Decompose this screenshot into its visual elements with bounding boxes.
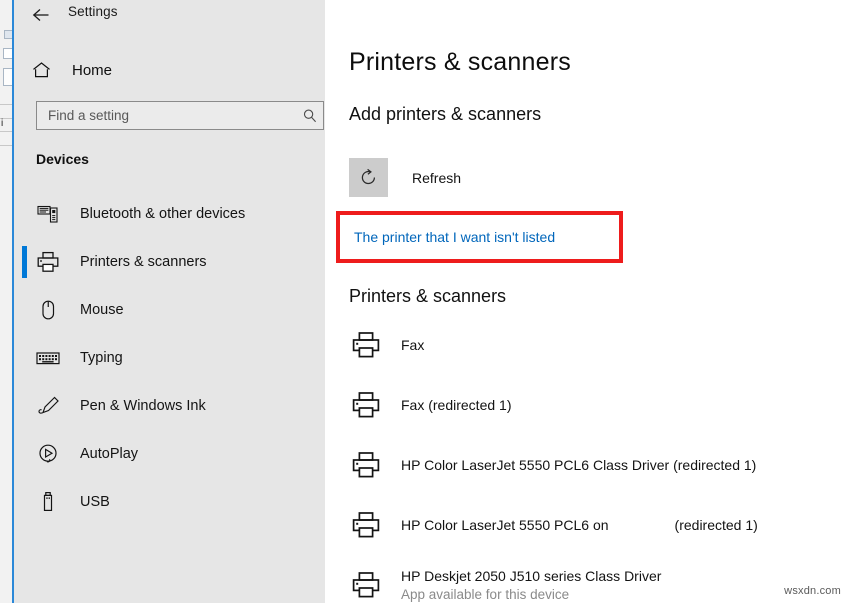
printer-icon xyxy=(349,388,383,422)
usb-icon xyxy=(36,490,60,514)
pen-icon xyxy=(36,394,60,418)
sidebar-item-usb[interactable]: USB xyxy=(14,478,325,526)
sidebar-nav-list: Bluetooth & other devices Printers & sca… xyxy=(14,190,325,526)
list-item[interactable]: Fax xyxy=(349,315,849,375)
printer-text: Fax (redirected 1) xyxy=(401,397,511,413)
printer-text: HP Deskjet 2050 J510 series Class Driver… xyxy=(401,568,661,602)
background-rule xyxy=(0,145,12,146)
search-box[interactable] xyxy=(36,101,324,130)
list-item[interactable]: HP Color LaserJet 5550 PCL6 Class Driver… xyxy=(349,435,849,495)
home-icon xyxy=(30,59,52,81)
printer-icon xyxy=(349,568,383,602)
printer-name-prefix: HP Color LaserJet 5550 PCL6 on xyxy=(401,517,609,533)
watermark: wsxdn.com xyxy=(784,585,841,597)
printer-name-suffix: (redirected 1) xyxy=(675,517,758,533)
refresh-button[interactable]: Refresh xyxy=(349,158,461,197)
sidebar-item-label: Mouse xyxy=(80,302,124,318)
printer-name: HP Deskjet 2050 J510 series Class Driver xyxy=(401,568,661,584)
sidebar-item-printers-scanners[interactable]: Printers & scanners xyxy=(14,238,325,286)
sidebar-item-home[interactable]: Home xyxy=(14,55,325,85)
sidebar-item-bluetooth[interactable]: Bluetooth & other devices xyxy=(14,190,325,238)
sidebar-item-label: Printers & scanners xyxy=(80,254,207,270)
sidebar-item-mouse[interactable]: Mouse xyxy=(14,286,325,334)
sidebar-item-label: Pen & Windows Ink xyxy=(80,398,206,414)
list-item[interactable]: HP Deskjet 2050 J510 series Class Driver… xyxy=(349,555,849,603)
printer-name: HP Color LaserJet 5550 PCL6 on (redirecte… xyxy=(401,517,758,533)
app-title: Settings xyxy=(68,4,118,19)
printer-name: Fax xyxy=(401,337,424,353)
selection-indicator xyxy=(22,246,27,278)
titlebar: Settings xyxy=(14,0,325,30)
printer-icon xyxy=(349,448,383,482)
highlight-annotation-box: The printer that I want isn't listed xyxy=(336,211,623,263)
refresh-icon[interactable] xyxy=(349,158,388,197)
list-item[interactable]: HP Color LaserJet 5550 PCL6 on (redirecte… xyxy=(349,495,849,555)
printer-name: HP Color LaserJet 5550 PCL6 Class Driver… xyxy=(401,457,756,473)
mouse-icon xyxy=(36,298,60,322)
sidebar-item-label: AutoPlay xyxy=(80,446,138,462)
printer-text: HP Color LaserJet 5550 PCL6 on (redirecte… xyxy=(401,517,758,533)
printer-icon xyxy=(36,250,60,274)
autoplay-icon xyxy=(36,442,60,466)
sidebar-item-label: Typing xyxy=(80,350,123,366)
background-rule xyxy=(0,131,12,132)
sidebar-item-autoplay[interactable]: AutoPlay xyxy=(14,430,325,478)
add-printers-heading: Add printers & scanners xyxy=(349,104,541,125)
page-title: Printers & scanners xyxy=(349,48,571,77)
back-button[interactable] xyxy=(28,3,56,27)
background-window-sliver: i xyxy=(0,0,14,603)
keyboard-icon xyxy=(36,346,60,370)
background-rule xyxy=(0,104,12,105)
home-label: Home xyxy=(72,62,112,79)
sidebar-item-label: Bluetooth & other devices xyxy=(80,206,245,222)
printer-text: HP Color LaserJet 5550 PCL6 Class Driver… xyxy=(401,457,756,473)
main-content: Printers & scanners Add printers & scann… xyxy=(325,0,849,603)
printer-name: Fax (redirected 1) xyxy=(401,397,511,413)
back-arrow-icon xyxy=(32,7,52,23)
background-text: i xyxy=(1,118,3,129)
settings-window: i Settings Home xyxy=(0,0,849,603)
sidebar-item-label: USB xyxy=(80,494,110,510)
search-icon[interactable] xyxy=(297,102,323,129)
settings-sidebar: Settings Home Devices xyxy=(14,0,325,603)
search-input[interactable] xyxy=(37,102,297,129)
printer-text: Fax xyxy=(401,337,424,353)
sidebar-item-typing[interactable]: Typing xyxy=(14,334,325,382)
bluetooth-devices-icon xyxy=(36,202,60,226)
list-item[interactable]: Fax (redirected 1) xyxy=(349,375,849,435)
sidebar-item-pen-windows-ink[interactable]: Pen & Windows Ink xyxy=(14,382,325,430)
refresh-label: Refresh xyxy=(412,170,461,186)
printer-icon xyxy=(349,508,383,542)
printer-not-listed-link[interactable]: The printer that I want isn't listed xyxy=(354,229,555,245)
printers-section-heading: Printers & scanners xyxy=(349,286,506,307)
sidebar-group-title: Devices xyxy=(36,151,89,167)
printer-status: App available for this device xyxy=(401,587,661,602)
printer-icon xyxy=(349,328,383,362)
printer-list: Fax Fax (redirected 1) xyxy=(349,315,849,603)
